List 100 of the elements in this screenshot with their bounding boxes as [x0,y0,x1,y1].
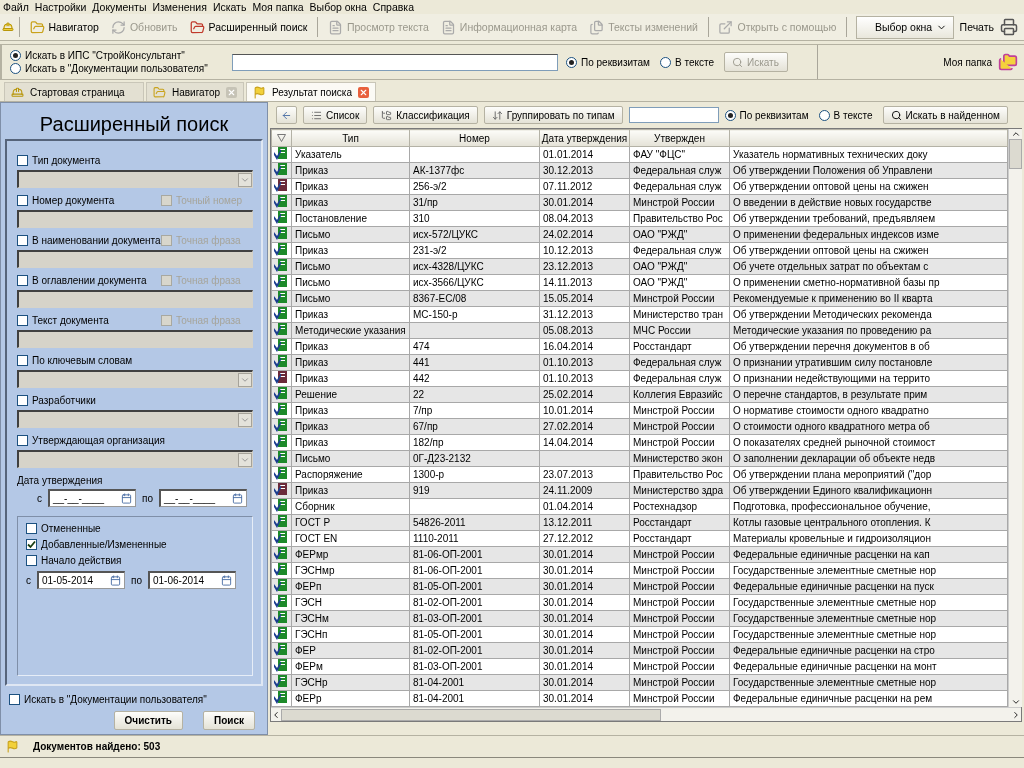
table-cell: Приказ [291,482,410,499]
table-cell: Государственные элементные сметные нор [729,626,1008,643]
folder-icon [29,19,45,35]
table-cell: Постановление [291,210,410,227]
checkbox[interactable] [17,354,28,366]
date-field[interactable]: 01-06-2014 [148,571,236,589]
table-cell: Подготовка, профессиональное обучение, [729,498,1008,515]
text-field[interactable] [17,290,253,308]
table-cell: 1110-2011 [409,530,540,547]
table-cell: Приказ [291,338,410,355]
column-header[interactable]: Тип [291,129,410,147]
checkbox[interactable] [17,194,28,206]
radio-button[interactable] [818,109,830,121]
table-cell: 182/пр [409,434,540,451]
text-field[interactable] [17,330,253,348]
table-cell: Государственные элементные сметные нор [729,610,1008,627]
scroll-right-icon[interactable] [1011,709,1021,720]
date-field[interactable]: __-__-____ [159,489,247,507]
column-header[interactable]: Дата утверждения [539,129,630,147]
date-field[interactable]: __-__-____ [48,489,136,507]
menu-item[interactable]: Справка [372,1,415,13]
text-field[interactable] [17,210,253,228]
radio-button[interactable] [660,56,671,68]
search-in-results-button[interactable]: Искать в найденном [882,106,1008,124]
panel-button[interactable]: Очистить [113,711,183,730]
toolbar-button[interactable]: Расширенный поиск [184,17,313,37]
table-cell: 81-02-ОП-2001 [409,594,540,611]
menu-item[interactable]: Выбор окна [309,1,367,13]
radio-button[interactable] [566,56,577,68]
checkbox-label: Точная фраза [176,274,241,286]
checkbox[interactable] [26,523,37,534]
table-cell: 30.01.2014 [539,658,630,675]
column-header[interactable]: Утвержден [629,129,730,147]
search-input[interactable] [232,53,558,71]
menu-item[interactable]: Моя папка [252,1,304,13]
panel-button[interactable]: Поиск [203,711,255,730]
table-cell: Об утверждении Методических рекоменда [729,306,1008,323]
scrollbar-thumb[interactable] [281,708,661,721]
date-field[interactable]: 01-05-2014 [37,571,125,589]
filter-input[interactable] [628,107,719,123]
table-cell: Указатель [291,146,410,163]
menu-item[interactable]: Документы [92,1,147,13]
table-cell: 81-06-ОП-2001 [409,546,540,563]
toolbar-button[interactable]: Список [303,106,368,124]
toolbar-button[interactable]: Навигатор [24,17,104,37]
table-cell: исх-572/ЦУКС [409,226,540,243]
menu-item[interactable]: Настройки [34,1,87,13]
toolbar-button[interactable]: Группировать по типам [483,106,623,124]
radio-button[interactable] [10,50,21,61]
close-tab-icon[interactable] [358,86,370,98]
table-cell: Минстрой России [629,674,730,691]
checkbox[interactable] [26,555,37,566]
table-cell: 231-э/2 [409,242,540,259]
table-cell: 442 [409,370,540,387]
radio-label: В тексте [675,56,714,68]
table-cell: 01.10.2013 [539,354,630,371]
scrollbar-thumb[interactable] [1009,139,1022,169]
radio-label: По реквизитам [739,109,809,121]
table-cell: Письмо [291,450,410,467]
table-cell: Государственные элементные сметные нор [729,594,1008,611]
table-cell: Приказ [291,194,410,211]
checkbox[interactable] [17,274,28,286]
toolbar-button[interactable]: Классификация [373,106,478,124]
checkbox[interactable] [9,694,20,705]
table-cell: 30.01.2014 [539,562,630,579]
text-field[interactable] [17,250,253,268]
checkbox-label: В наименовании документа [32,234,161,246]
my-folder-button[interactable]: Моя папка [937,45,1024,79]
checkbox[interactable] [26,539,37,550]
scroll-up-icon[interactable] [1010,129,1021,139]
radio-button[interactable] [10,63,21,74]
menu-item[interactable]: Искать [212,1,247,13]
tab[interactable]: Результат поиска [246,82,377,101]
table-cell: Минстрой России [629,690,730,707]
checkbox[interactable] [17,314,28,326]
tab[interactable]: Стартовая страница [4,82,144,101]
back-button[interactable] [276,106,297,124]
table-cell: 8367-ЕС/08 [409,290,540,307]
column-header[interactable]: Номер [409,129,540,147]
window-select[interactable]: Выбор окна [855,15,954,39]
table-cell: Приказ [291,402,410,419]
radio-button[interactable] [724,109,736,121]
table-cell: 30.12.2013 [539,162,630,179]
checkbox[interactable] [17,154,28,166]
tab[interactable]: Навигатор [146,82,245,101]
menu-item[interactable]: Изменения [152,1,207,13]
checkbox[interactable] [17,394,28,406]
table-cell: Приказ [291,178,410,195]
table-cell: ФЕРп [291,578,410,595]
checkbox[interactable] [17,434,28,446]
scroll-left-icon[interactable] [271,709,281,720]
checkbox[interactable] [17,234,28,246]
menu-item[interactable]: Файл [3,1,29,13]
table-cell: Федеральная служ [629,178,730,195]
column-header[interactable] [271,129,292,147]
table-cell: Федеральные единичные расценки на стро [729,642,1008,659]
print-button[interactable]: Печать [955,16,1022,38]
table-cell: 23.07.2013 [539,466,630,483]
search-icon [890,109,902,121]
scroll-down-icon[interactable] [1010,697,1021,707]
